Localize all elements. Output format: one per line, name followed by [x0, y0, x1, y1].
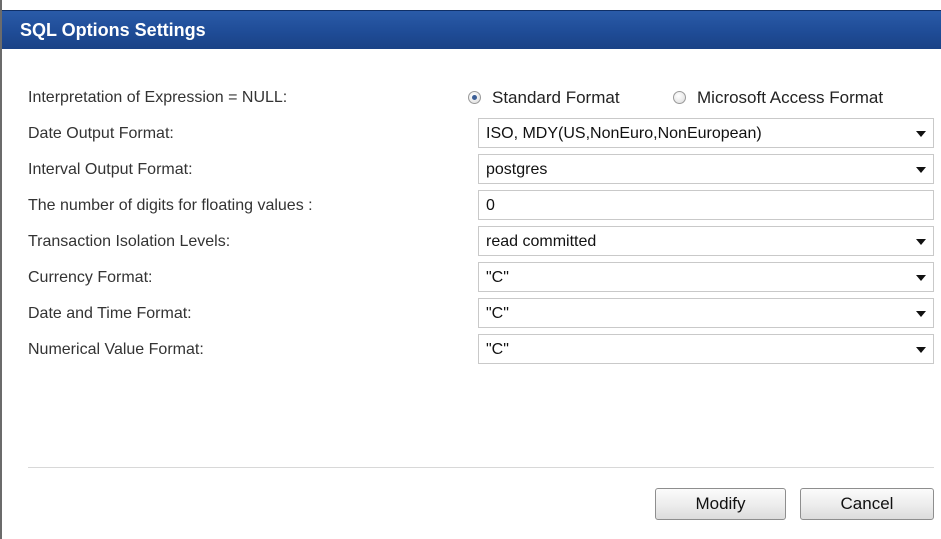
standard-format-radio-label[interactable]: Standard Format [492, 88, 620, 108]
transaction-isolation-label: Transaction Isolation Levels: [28, 233, 231, 250]
modify-button[interactable]: Modify [655, 488, 786, 520]
date-output-format-label: Date Output Format: [28, 125, 174, 142]
chevron-down-icon [916, 275, 926, 281]
microsoft-access-format-radio-label[interactable]: Microsoft Access Format [697, 88, 883, 108]
chevron-down-icon [916, 239, 926, 245]
microsoft-access-format-radio[interactable] [673, 91, 686, 104]
currency-format-label: Currency Format: [28, 269, 153, 286]
date-output-format-select[interactable]: ISO, MDY(US,NonEuro,NonEuropean) [478, 118, 934, 148]
cancel-button[interactable]: Cancel [800, 488, 934, 520]
transaction-isolation-value: read committed [486, 233, 597, 250]
date-time-format-label: Date and Time Format: [28, 305, 192, 322]
currency-format-value: "C" [486, 269, 509, 286]
interval-output-format-value: postgres [486, 161, 548, 178]
floating-digits-value: 0 [486, 197, 495, 214]
standard-format-radio[interactable] [468, 91, 481, 104]
date-time-format-value: "C" [486, 305, 509, 322]
date-time-format-select[interactable]: "C" [478, 298, 934, 328]
chevron-down-icon [916, 167, 926, 173]
currency-format-select[interactable]: "C" [478, 262, 934, 292]
numerical-value-format-select[interactable]: "C" [478, 334, 934, 364]
chevron-down-icon [916, 131, 926, 137]
null-interpretation-label: Interpretation of Expression = NULL: [28, 89, 288, 106]
interval-output-format-label: Interval Output Format: [28, 161, 193, 178]
sql-options-dialog: SQL Options Settings Interpretation of E… [0, 0, 941, 539]
floating-digits-input[interactable]: 0 [478, 190, 934, 220]
transaction-isolation-select[interactable]: read committed [478, 226, 934, 256]
date-output-format-value: ISO, MDY(US,NonEuro,NonEuropean) [486, 125, 762, 142]
numerical-value-format-value: "C" [486, 341, 509, 358]
chevron-down-icon [916, 347, 926, 353]
top-margin [2, 0, 941, 10]
chevron-down-icon [916, 311, 926, 317]
dialog-titlebar: SQL Options Settings [2, 10, 941, 49]
interval-output-format-select[interactable]: postgres [478, 154, 934, 184]
dialog-title: SQL Options Settings [20, 20, 206, 40]
floating-digits-label: The number of digits for floating values… [28, 197, 313, 214]
footer-divider [28, 467, 934, 468]
numerical-value-format-label: Numerical Value Format: [28, 341, 204, 358]
